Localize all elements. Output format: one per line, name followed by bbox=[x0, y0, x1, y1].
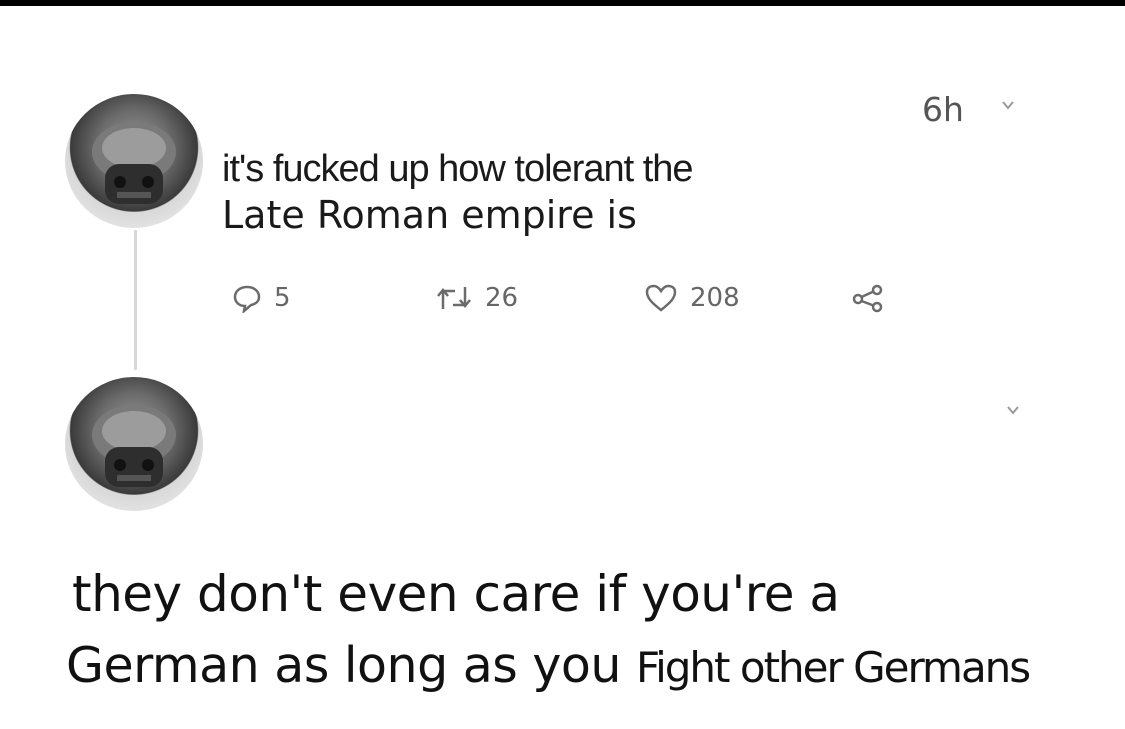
chevron-down-icon[interactable] bbox=[1006, 403, 1020, 417]
soldier-helmet-icon bbox=[92, 405, 176, 487]
soldier-helmet-icon bbox=[92, 122, 176, 204]
retweet-button[interactable]: 26 bbox=[435, 278, 518, 318]
speech-bubble-icon bbox=[233, 285, 261, 313]
thread-line bbox=[134, 230, 137, 370]
caption-line: they don't even care if you're a bbox=[72, 565, 840, 623]
like-count: 208 bbox=[690, 283, 740, 313]
tweet-timestamp[interactable]: 6h bbox=[922, 90, 964, 129]
caption-phrase: Fight other Germans bbox=[636, 643, 1031, 692]
top-border bbox=[0, 0, 1125, 6]
reply-count: 5 bbox=[274, 283, 291, 313]
tweet-text: it's fucked up how tolerant the Late Rom… bbox=[222, 146, 694, 238]
reply-button[interactable]: 5 bbox=[232, 278, 291, 318]
tweet-text-line: it's fucked up how tolerant the bbox=[222, 148, 694, 190]
caption-phrase: as long as you bbox=[274, 637, 621, 694]
retweet-count: 26 bbox=[485, 283, 519, 313]
like-button[interactable]: 208 bbox=[644, 278, 740, 318]
avatar[interactable] bbox=[65, 94, 203, 228]
tweet-text-line: Late Roman empire is bbox=[222, 193, 637, 237]
retweet-icon bbox=[437, 287, 471, 309]
caption-line: German as long as you Fight other German… bbox=[66, 637, 1031, 694]
avatar[interactable] bbox=[65, 377, 203, 511]
share-icon bbox=[852, 284, 883, 313]
share-button[interactable] bbox=[851, 278, 885, 318]
chevron-down-icon[interactable] bbox=[1001, 98, 1015, 112]
caption-word-german: German bbox=[66, 637, 260, 694]
heart-icon bbox=[645, 284, 677, 312]
